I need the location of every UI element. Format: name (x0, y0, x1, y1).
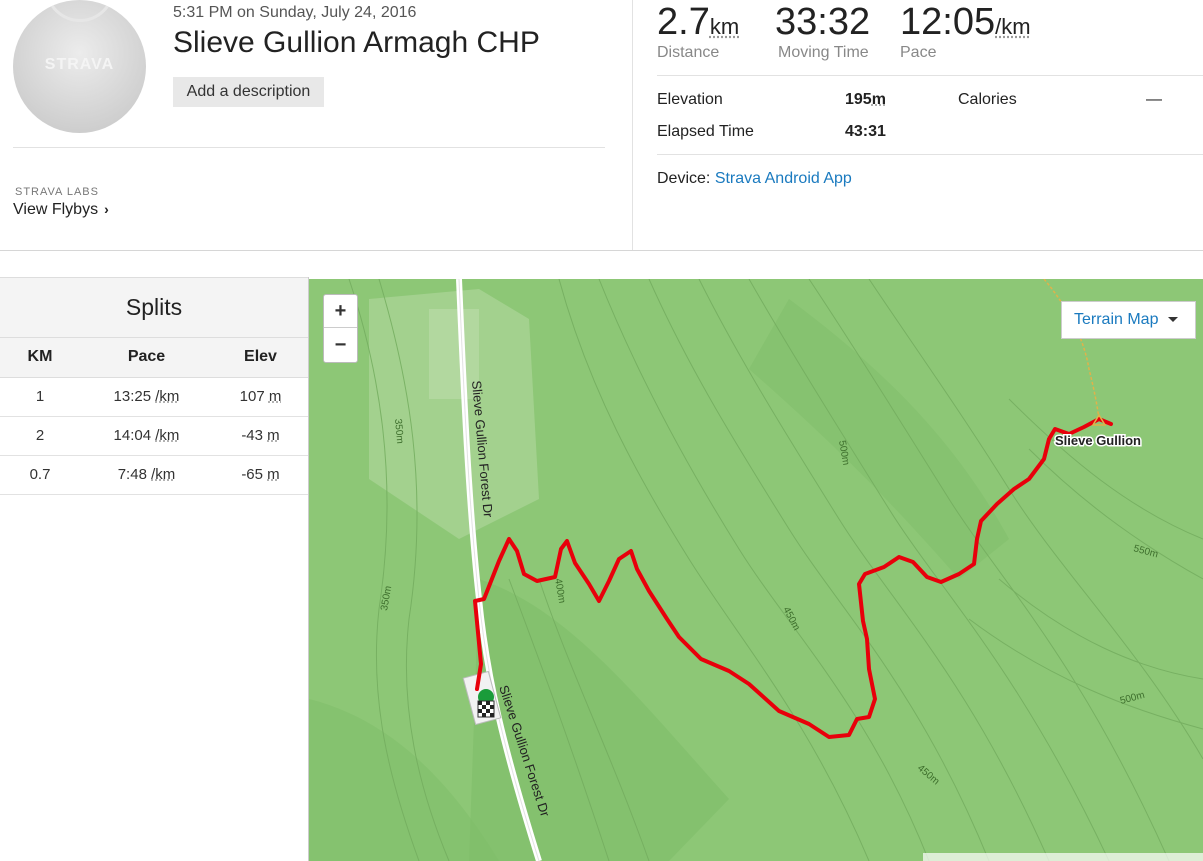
splits-table: KM Pace Elev 1 13:25 /km 107 m 2 14:04 /… (0, 338, 308, 495)
avatar-brand-text: STRAVA (44, 56, 115, 73)
distance-unit: km (709, 14, 740, 39)
col-pace: Pace (80, 338, 213, 378)
split-pace: 13:25 /km (80, 377, 213, 417)
device-info: Device: Strava Android App (657, 170, 852, 188)
pace-label: Pace (900, 44, 937, 61)
split-elev: -65 m (213, 455, 308, 495)
split-elev-value: -43 (241, 427, 263, 444)
split-elev-unit: m (268, 388, 282, 405)
stat-distance: 2.7km Distance (657, 2, 739, 62)
splits-title: Splits (0, 278, 308, 338)
moving-time-value: 33:32 (775, 1, 871, 43)
header-divider (13, 147, 605, 148)
activity-datetime: 5:31 PM on Sunday, July 24, 2016 (173, 4, 417, 21)
device-label: Device: (657, 170, 711, 187)
map-type-label: Terrain Map (1074, 311, 1159, 328)
pace-unit: /km (995, 14, 1031, 39)
terrain-map-canvas: Slieve Gullion Forest Dr Slieve Gullion … (309, 279, 1203, 861)
elevation-number: 195 (845, 91, 872, 108)
athlete-avatar[interactable]: STRAVA (13, 0, 146, 133)
stats-divider (657, 75, 1203, 76)
stats-divider-lower (657, 154, 1203, 155)
zoom-out-button[interactable]: − (324, 329, 357, 362)
split-pace: 7:48 /km (80, 455, 213, 495)
split-pace-unit: /km (155, 388, 180, 405)
split-pace-unit: /km (151, 466, 176, 483)
pace-value: 12:05 (900, 1, 996, 43)
distance-value: 2.7 (657, 1, 710, 43)
split-pace-value: 7:48 (117, 466, 147, 483)
stat-moving-time: 33:32 Moving Time (775, 2, 870, 62)
map-type-dropdown[interactable]: Terrain Map (1061, 301, 1196, 339)
split-km: 2 (0, 416, 80, 456)
jersey-collar (45, 0, 115, 22)
split-elev-value: -65 (241, 466, 263, 483)
splits-panel: Splits KM Pace Elev 1 13:25 /km 107 m 2 … (0, 277, 308, 861)
header-vertical-divider (632, 0, 633, 250)
chevron-right-icon: › (104, 201, 109, 217)
activity-title: Slieve Gullion Armagh CHP (173, 26, 540, 59)
splits-header-row: KM Pace Elev (0, 338, 308, 378)
split-elev-value: 107 (239, 388, 265, 405)
table-row: 0.7 7:48 /km -65 m (0, 455, 308, 495)
route-map[interactable]: Slieve Gullion Forest Dr Slieve Gullion … (309, 279, 1203, 861)
split-elev-unit: m (267, 466, 280, 483)
table-row: 2 14:04 /km -43 m (0, 416, 308, 456)
strava-labs-label: STRAVA LABS (15, 186, 99, 198)
elevation-value: 195m (845, 91, 886, 109)
split-pace-unit: /km (155, 427, 180, 444)
split-elev: 107 m (213, 377, 308, 417)
add-description-button[interactable]: Add a description (173, 77, 324, 107)
split-elev-unit: m (267, 427, 280, 444)
elapsed-time-label: Elapsed Time (657, 123, 754, 140)
split-km: 0.7 (0, 455, 80, 495)
table-row: 1 13:25 /km 107 m (0, 377, 308, 417)
calories-value: — (1146, 91, 1162, 108)
peak-label: Slieve Gullion (1055, 433, 1141, 448)
device-link[interactable]: Strava Android App (715, 170, 852, 187)
split-pace-value: 13:25 (113, 388, 152, 405)
map-attribution (923, 853, 1203, 861)
elevation-unit: m (871, 91, 886, 108)
zoom-controls: + − (323, 294, 358, 363)
view-flybys-link[interactable]: View Flybys › (13, 201, 109, 219)
section-divider (0, 250, 1203, 251)
split-pace: 14:04 /km (80, 416, 213, 456)
elapsed-time-value: 43:31 (845, 123, 886, 140)
calories-label: Calories (958, 91, 1017, 108)
zoom-in-button[interactable]: + (324, 295, 357, 328)
caret-down-icon (1168, 317, 1179, 323)
view-flybys-label: View Flybys (13, 201, 99, 218)
split-km: 1 (0, 377, 80, 417)
col-km: KM (0, 338, 80, 378)
col-elev: Elev (213, 338, 308, 378)
contour-label: 350m (392, 418, 405, 444)
moving-time-label: Moving Time (778, 44, 869, 61)
split-pace-value: 14:04 (113, 427, 152, 444)
distance-label: Distance (657, 44, 720, 61)
split-elev: -43 m (213, 416, 308, 456)
elevation-label: Elevation (657, 91, 723, 108)
stat-pace: 12:05/km Pace (900, 2, 1031, 62)
